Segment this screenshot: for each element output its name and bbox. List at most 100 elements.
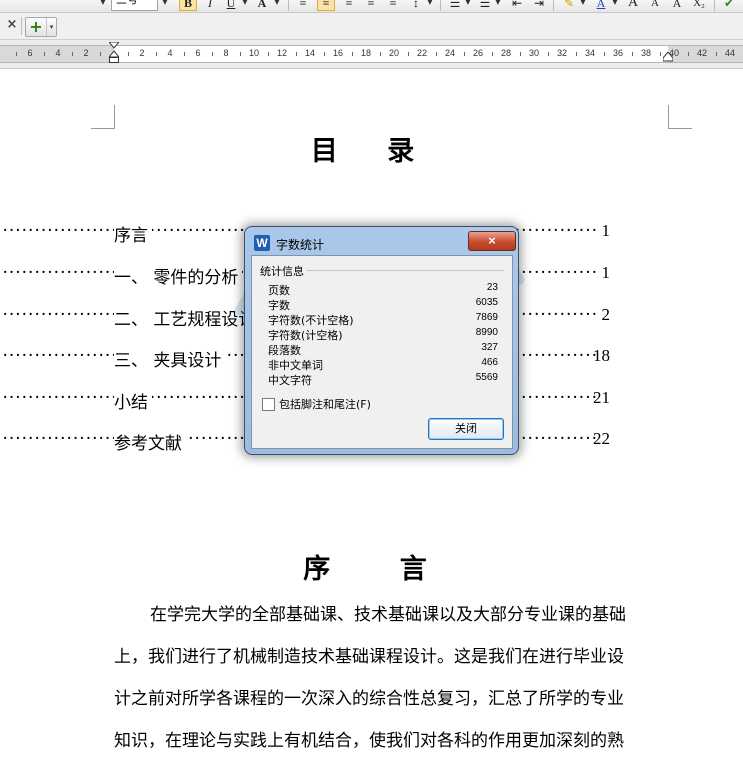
toolbar-separator [553,0,554,11]
stat-label: 字数 [268,299,290,312]
bulleted-list-dropdown-arrow[interactable]: ▼ [494,0,502,8]
stat-row: 非中文单词 466 [268,357,498,372]
font-color-a-dropdown-arrow[interactable]: ▼ [611,0,619,8]
ruler-number: 38 [640,48,651,58]
highlight-icon[interactable]: ✎ [560,0,578,11]
ruler-tick [520,52,521,56]
ruler-number: 28 [500,48,511,58]
toc-entry-label: 小结 [114,388,152,413]
stat-label: 段落数 [268,344,301,357]
ruler-number: 4 [167,48,173,58]
toc-entry-label: 参考文献 [114,429,186,454]
format-painter-icon[interactable]: ✔ [720,0,738,11]
toc-title: 目 录 [310,136,435,167]
ruler-tick [324,52,325,56]
stat-value: 7869 [475,312,498,323]
stat-value: 6035 [475,297,498,308]
font-size-dropdown-arrow[interactable]: ▼ [161,0,169,8]
ruler-number: 14 [304,48,315,58]
word-count-dialog: W 字数统计 × 统计信息 页数 23 字数 6035 字符数(不计空格) 78… [244,226,519,455]
dialog-title: 字数统计 [276,238,325,252]
ruler-number: 2 [139,48,145,58]
line-spacing-icon[interactable]: ↕ [407,0,425,11]
stats-group-label: 统计信息 [260,263,307,279]
ruler-tick [632,52,633,56]
margin-corner-top-left [91,105,115,129]
stat-row: 字数 6035 [268,297,498,312]
wps-writer-icon: W [254,235,270,251]
align-right-icon[interactable]: ≡ [340,0,358,11]
align-center-icon[interactable]: ≡ [317,0,335,11]
toc-entry-label: 序言 [114,221,152,246]
numbered-list-icon[interactable]: ☰ [446,0,464,11]
highlight-dropdown-arrow[interactable]: ▼ [579,0,587,8]
stat-label: 字符数(计空格) [268,329,343,342]
ruler-tick [16,52,17,56]
toc-entry-page: 22 [593,429,610,448]
include-footnotes-checkbox[interactable] [262,398,275,411]
distributed-align-icon[interactable]: ≡ [384,0,402,11]
document-tab-strip: × + ▾ [0,13,743,40]
toc-entry-label: 一、 零件的分析 [114,263,243,288]
underline-button[interactable]: U [222,0,240,11]
close-button[interactable]: 关闭 [428,418,504,440]
toolbar-separator [288,0,289,11]
horizontal-ruler-area: 6 4 2 2 4 6 8 10 12 14 16 18 20 22 24 26 28 30 32 34 36 38 40 4… [0,40,743,69]
close-tab-icon[interactable]: × [5,17,19,33]
ruler-tick [576,52,577,56]
paragraph-line: 知识，在理论与实践上有机结合，使我们对各科的作用更加深刻的熟 [114,731,624,751]
font-name-dropdown-arrow[interactable]: ▼ [99,0,107,8]
ruler-number: 32 [556,48,567,58]
stat-row: 页数 23 [268,282,498,297]
dialog-close-button[interactable]: × [468,231,516,251]
dialog-title-bar[interactable]: W 字数统计 × [251,231,516,253]
first-line-indent-marker[interactable] [109,42,119,64]
ruler-number: 44 [724,48,735,58]
ruler-tick [184,52,185,56]
font-color-button[interactable]: A [253,0,271,11]
font-color-dropdown-arrow[interactable]: ▼ [273,0,281,8]
toc-entry-page: 1 [601,263,611,282]
ruler-number: 6 [195,48,201,58]
bulleted-list-icon[interactable]: ☰ [476,0,494,11]
stat-label: 页数 [268,284,290,297]
stat-row: 中文字符 5569 [268,372,498,387]
shrink-font-button[interactable]: A [646,0,664,11]
ruler-tick [716,52,717,56]
subscript-button[interactable]: X₂ [690,0,708,11]
stat-label: 中文字符 [268,374,312,387]
stat-value: 466 [481,357,498,368]
new-document-button[interactable]: + ▾ [25,17,57,37]
include-footnotes-label[interactable]: 包括脚注和尾注(F) [279,396,371,412]
align-left-icon[interactable]: ≡ [294,0,312,11]
grow-font-button[interactable]: A [624,0,642,11]
ruler-tick [464,52,465,56]
clear-format-button[interactable]: A [668,0,686,11]
justify-icon[interactable]: ≡ [362,0,380,11]
toolbar-separator [440,0,441,11]
ruler-number: 6 [27,48,33,58]
stat-value: 8990 [475,327,498,338]
chevron-down-icon[interactable]: ▾ [46,18,56,36]
font-size-field[interactable]: 三号 [111,0,158,11]
font-color-a-icon[interactable]: A [592,0,610,11]
line-spacing-dropdown-arrow[interactable]: ▼ [426,0,434,8]
ruler-tick [660,52,661,56]
decrease-indent-icon[interactable]: ⇤ [508,0,526,11]
right-indent-marker[interactable] [663,52,673,62]
ruler-number: 42 [696,48,707,58]
increase-indent-icon[interactable]: ⇥ [530,0,548,11]
ruler-tick [408,52,409,56]
ruler-number: 36 [612,48,623,58]
ruler-tick [44,52,45,56]
underline-dropdown-arrow[interactable]: ▼ [241,0,249,8]
ruler-number: 24 [444,48,455,58]
stat-row: 字符数(不计空格) 7869 [268,312,498,327]
ruler-tick [352,52,353,56]
plus-icon[interactable]: + [29,18,43,36]
toc-entry-page: 1 [601,221,611,240]
numbered-list-dropdown-arrow[interactable]: ▼ [464,0,472,8]
bold-button[interactable]: B [179,0,197,11]
italic-button[interactable]: I [201,0,219,11]
stat-label: 非中文单词 [268,359,323,372]
